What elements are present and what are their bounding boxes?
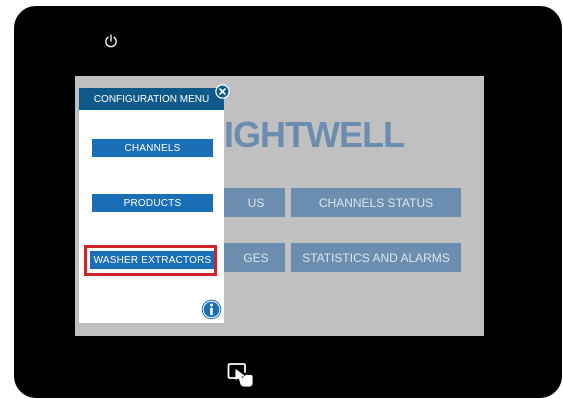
tile-label: US <box>247 195 265 210</box>
tile-statistics-and-alarms[interactable]: STATISTICS AND ALARMS <box>291 243 461 272</box>
configuration-menu-title: CONFIGURATION MENU <box>79 88 224 110</box>
highlight-box <box>84 245 217 276</box>
tile-label: GES <box>243 250 269 265</box>
tile-channels-status[interactable]: CHANNELS STATUS <box>291 188 461 217</box>
brand-logo-text: IGHTWELL <box>224 114 405 155</box>
touch-screen-icon[interactable] <box>227 362 255 388</box>
close-icon[interactable] <box>215 84 230 99</box>
configuration-menu-panel: CONFIGURATION MENU CHANNELS PRODUCTS WAS… <box>79 88 224 323</box>
tile-label: STATISTICS AND ALARMS <box>302 250 450 265</box>
power-icon[interactable] <box>103 33 119 49</box>
tile-label: CHANNELS STATUS <box>318 195 434 210</box>
channels-button[interactable]: CHANNELS <box>92 139 213 157</box>
info-icon[interactable] <box>201 299 222 320</box>
products-button[interactable]: PRODUCTS <box>92 194 213 212</box>
